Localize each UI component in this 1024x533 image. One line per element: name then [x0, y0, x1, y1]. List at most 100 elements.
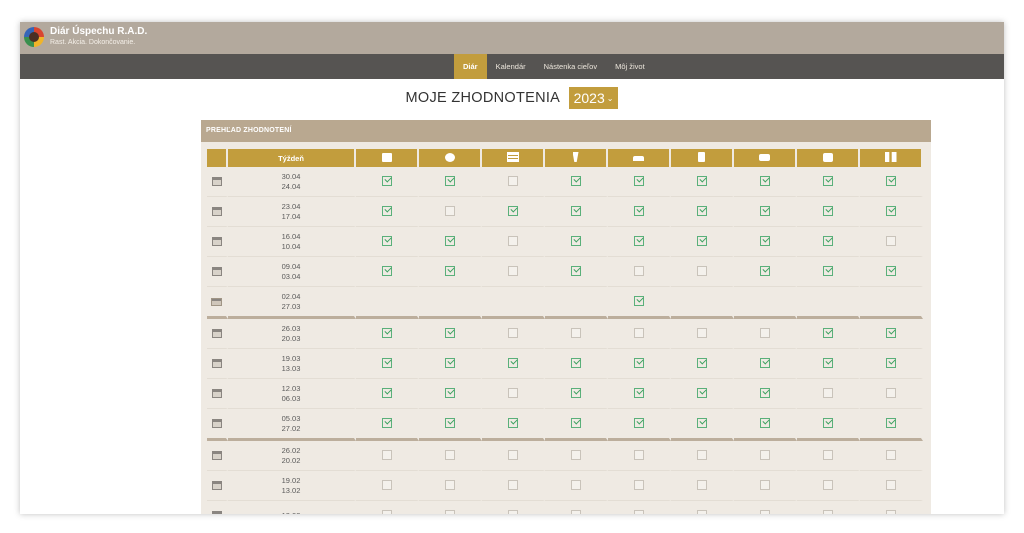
checked-checkbox[interactable]: [822, 357, 833, 368]
unchecked-checkbox[interactable]: [759, 479, 770, 490]
checked-checkbox[interactable]: [381, 357, 392, 368]
checked-checkbox[interactable]: [885, 327, 896, 338]
checked-checkbox[interactable]: [381, 205, 392, 216]
unchecked-checkbox[interactable]: [507, 387, 518, 398]
calendar-icon[interactable]: [211, 176, 222, 186]
checked-checkbox[interactable]: [570, 175, 581, 186]
calendar-icon[interactable]: [211, 328, 222, 338]
unchecked-checkbox[interactable]: [822, 509, 833, 514]
checked-checkbox[interactable]: [444, 327, 455, 338]
unchecked-checkbox[interactable]: [444, 205, 455, 216]
checked-checkbox[interactable]: [822, 417, 833, 428]
checked-checkbox[interactable]: [570, 205, 581, 216]
unchecked-checkbox[interactable]: [381, 449, 392, 460]
app-name[interactable]: Diár Úspechu R.A.D.: [50, 26, 147, 37]
checked-checkbox[interactable]: [759, 265, 770, 276]
checked-checkbox[interactable]: [885, 357, 896, 368]
unchecked-checkbox[interactable]: [507, 265, 518, 276]
checked-checkbox[interactable]: [696, 235, 707, 246]
unchecked-checkbox[interactable]: [633, 265, 644, 276]
checked-checkbox[interactable]: [633, 387, 644, 398]
checked-checkbox[interactable]: [822, 265, 833, 276]
calendar-icon[interactable]: [211, 480, 222, 490]
checked-checkbox[interactable]: [822, 327, 833, 338]
checked-checkbox[interactable]: [444, 175, 455, 186]
checked-checkbox[interactable]: [885, 265, 896, 276]
unchecked-checkbox[interactable]: [885, 235, 896, 246]
unchecked-checkbox[interactable]: [381, 479, 392, 490]
checked-checkbox[interactable]: [696, 357, 707, 368]
unchecked-checkbox[interactable]: [507, 509, 518, 514]
checked-checkbox[interactable]: [570, 357, 581, 368]
checked-checkbox[interactable]: [444, 387, 455, 398]
checked-checkbox[interactable]: [507, 357, 518, 368]
checked-checkbox[interactable]: [633, 235, 644, 246]
unchecked-checkbox[interactable]: [759, 509, 770, 514]
unchecked-checkbox[interactable]: [570, 449, 581, 460]
calendar-icon[interactable]: [211, 418, 222, 428]
calendar-icon[interactable]: [211, 266, 222, 276]
unchecked-checkbox[interactable]: [696, 479, 707, 490]
unchecked-checkbox[interactable]: [696, 265, 707, 276]
calendar-icon[interactable]: [211, 450, 222, 460]
checked-checkbox[interactable]: [444, 417, 455, 428]
unchecked-checkbox[interactable]: [759, 449, 770, 460]
checked-checkbox[interactable]: [822, 175, 833, 186]
checked-checkbox[interactable]: [759, 357, 770, 368]
unchecked-checkbox[interactable]: [633, 479, 644, 490]
unchecked-checkbox[interactable]: [507, 449, 518, 460]
checked-checkbox[interactable]: [696, 205, 707, 216]
checked-checkbox[interactable]: [885, 205, 896, 216]
unchecked-checkbox[interactable]: [696, 327, 707, 338]
checked-checkbox[interactable]: [381, 235, 392, 246]
unchecked-checkbox[interactable]: [444, 509, 455, 514]
checked-checkbox[interactable]: [381, 417, 392, 428]
checked-checkbox[interactable]: [570, 417, 581, 428]
checked-checkbox[interactable]: [444, 235, 455, 246]
unchecked-checkbox[interactable]: [822, 387, 833, 398]
unchecked-checkbox[interactable]: [822, 449, 833, 460]
unchecked-checkbox[interactable]: [633, 449, 644, 460]
unchecked-checkbox[interactable]: [885, 509, 896, 514]
checked-checkbox[interactable]: [759, 235, 770, 246]
checked-checkbox[interactable]: [822, 205, 833, 216]
checked-checkbox[interactable]: [696, 387, 707, 398]
nav-item[interactable]: Kalendár: [487, 54, 535, 79]
checked-checkbox[interactable]: [507, 417, 518, 428]
unchecked-checkbox[interactable]: [381, 509, 392, 514]
calendar-icon[interactable]: [211, 206, 222, 216]
unchecked-checkbox[interactable]: [759, 327, 770, 338]
checked-checkbox[interactable]: [633, 295, 644, 306]
unchecked-checkbox[interactable]: [633, 509, 644, 514]
unchecked-checkbox[interactable]: [570, 509, 581, 514]
unchecked-checkbox[interactable]: [885, 479, 896, 490]
calendar-icon[interactable]: [211, 297, 222, 306]
checked-checkbox[interactable]: [696, 417, 707, 428]
unchecked-checkbox[interactable]: [444, 449, 455, 460]
checked-checkbox[interactable]: [633, 357, 644, 368]
unchecked-checkbox[interactable]: [570, 479, 581, 490]
unchecked-checkbox[interactable]: [507, 327, 518, 338]
checked-checkbox[interactable]: [759, 387, 770, 398]
checked-checkbox[interactable]: [381, 327, 392, 338]
checked-checkbox[interactable]: [570, 235, 581, 246]
unchecked-checkbox[interactable]: [507, 479, 518, 490]
logo-icon[interactable]: [24, 27, 44, 47]
calendar-icon[interactable]: [211, 236, 222, 246]
year-selector[interactable]: 2023 ⌄: [568, 87, 619, 109]
checked-checkbox[interactable]: [381, 387, 392, 398]
checked-checkbox[interactable]: [759, 175, 770, 186]
unchecked-checkbox[interactable]: [696, 509, 707, 514]
checked-checkbox[interactable]: [633, 417, 644, 428]
checked-checkbox[interactable]: [633, 205, 644, 216]
checked-checkbox[interactable]: [507, 205, 518, 216]
unchecked-checkbox[interactable]: [507, 235, 518, 246]
checked-checkbox[interactable]: [759, 417, 770, 428]
calendar-icon[interactable]: [211, 510, 222, 514]
calendar-icon[interactable]: [211, 388, 222, 398]
checked-checkbox[interactable]: [570, 387, 581, 398]
unchecked-checkbox[interactable]: [507, 175, 518, 186]
checked-checkbox[interactable]: [822, 235, 833, 246]
unchecked-checkbox[interactable]: [696, 449, 707, 460]
checked-checkbox[interactable]: [633, 175, 644, 186]
